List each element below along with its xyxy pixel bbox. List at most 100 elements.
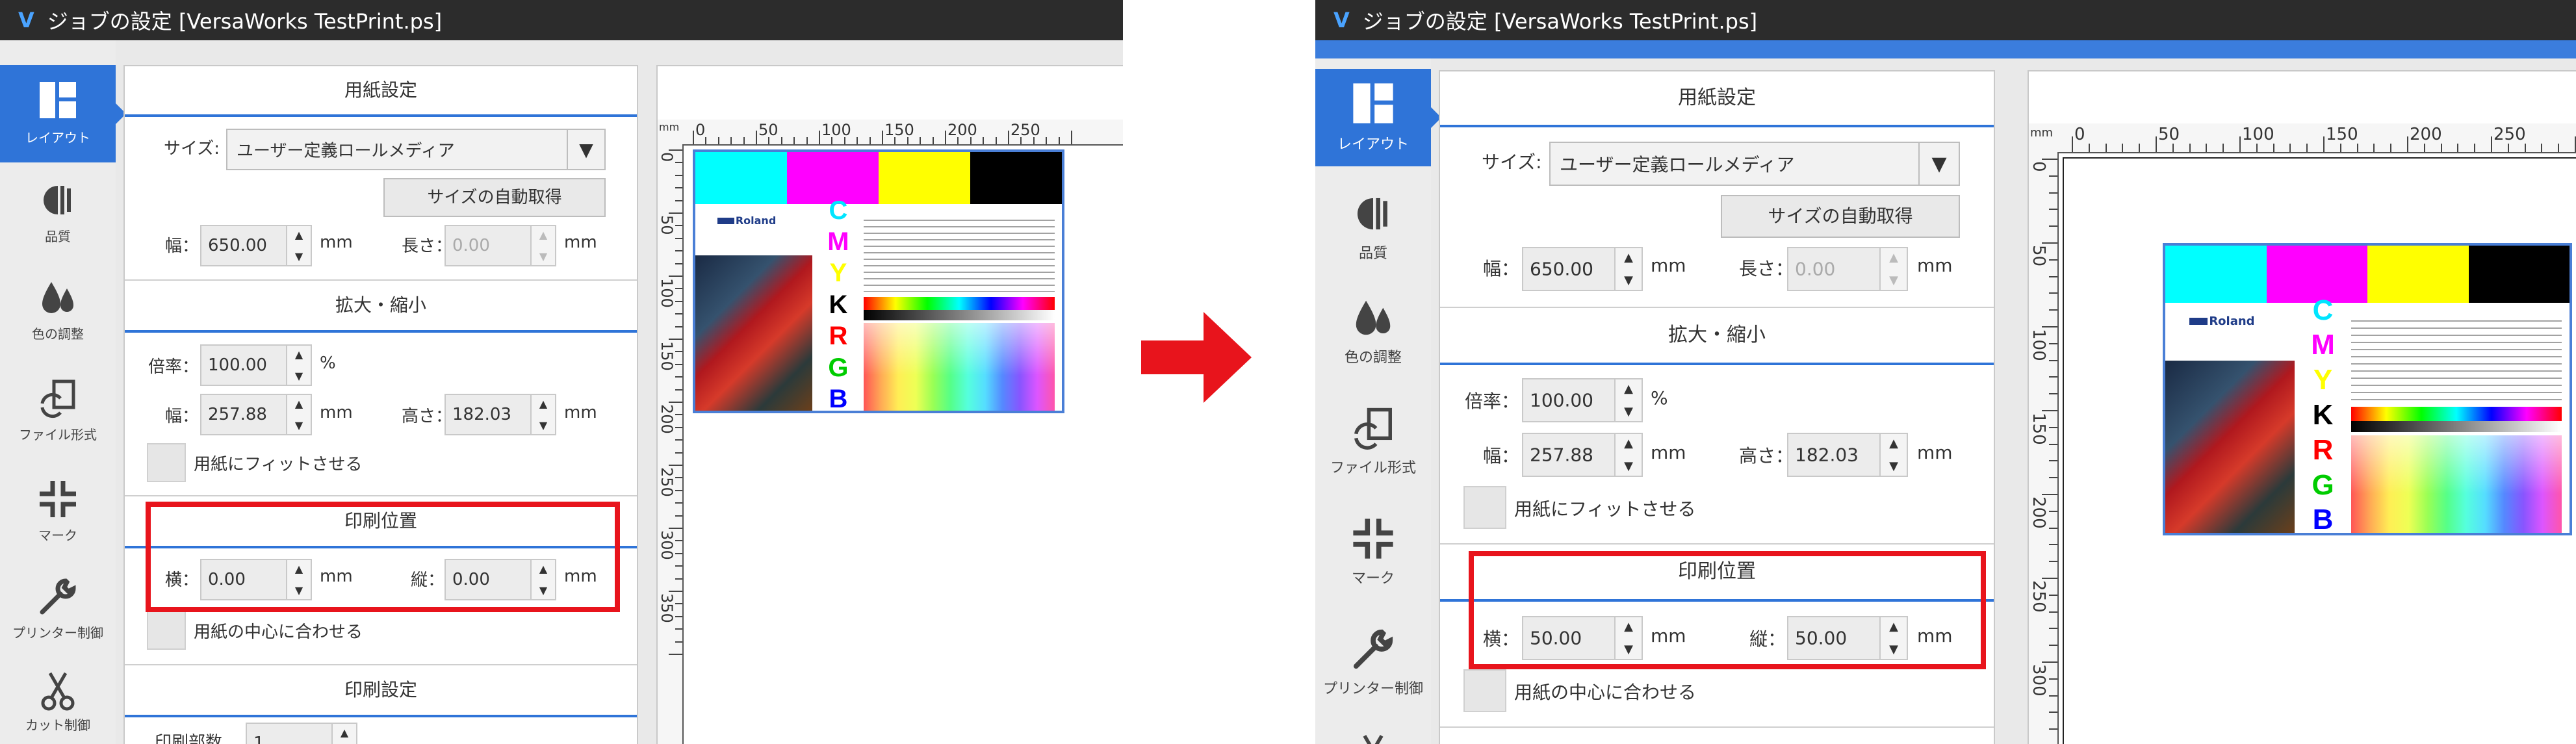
ratio-field[interactable]: 100.00 — [1522, 378, 1643, 422]
sidebar-item-printer-control[interactable]: プリンター制御 — [1315, 617, 1431, 721]
center-on-paper-checkbox[interactable] — [1463, 669, 1506, 712]
sidebar-item-quality[interactable]: 品質 — [1315, 182, 1431, 279]
mm-unit: mm — [320, 233, 353, 252]
chevron-down-icon[interactable]: ▼ — [567, 130, 604, 169]
ruler-left — [2029, 152, 2059, 744]
ratio-stepper[interactable] — [1614, 379, 1642, 421]
print-settings-section-header: 印刷設定 — [125, 665, 637, 717]
paper-width-label: 幅： — [1483, 258, 1520, 279]
center-on-paper-label: 用紙の中心に合わせる — [194, 622, 363, 642]
ruler-tick — [780, 136, 782, 144]
letter-b: B — [829, 384, 848, 413]
paper-width-field[interactable]: 650.00 — [200, 225, 312, 266]
ruler-tick — [730, 136, 732, 144]
versaworks-logo-icon: V — [18, 8, 34, 32]
sidebar-item-cut-control[interactable]: カット制御 — [0, 664, 116, 744]
sidebar-item-color[interactable]: 色の調整 — [1315, 286, 1431, 390]
scale-height-field[interactable]: 182.03 — [444, 394, 556, 435]
scale-height-stepper[interactable] — [530, 395, 555, 434]
ruler-tick — [2491, 136, 2492, 152]
sidebar-item-label: 色の調整 — [32, 326, 84, 342]
print-position-highlight — [1469, 551, 1986, 669]
sidebar-item-file-format[interactable]: ファイル形式 — [1315, 396, 1431, 500]
paper-width-stepper[interactable] — [1614, 248, 1642, 290]
sidebar-item-marks[interactable]: マーク — [1315, 507, 1431, 611]
sidebar-item-file-format[interactable]: ファイル形式 — [0, 368, 116, 466]
ruler-tick — [2541, 143, 2543, 152]
paper-length-field[interactable]: 0.00 — [444, 225, 556, 266]
size-label: サイズ: — [1482, 151, 1542, 173]
ruler-tick — [669, 654, 682, 655]
paper-length-field[interactable]: 0.00 — [1787, 247, 1908, 291]
scale-height-field[interactable]: 182.03 — [1787, 433, 1908, 477]
ruler-tick — [2041, 410, 2057, 411]
ratio-stepper[interactable] — [286, 346, 311, 385]
ruler-label-left: 100 — [658, 278, 676, 308]
ruler-tick — [2048, 259, 2057, 261]
paper-width-stepper[interactable] — [286, 226, 311, 265]
sidebar-item-layout[interactable]: レイアウト — [0, 65, 116, 162]
scale-width-stepper[interactable] — [1614, 434, 1642, 476]
ruler-tick — [2041, 242, 2057, 244]
layout-icon — [1353, 83, 1393, 123]
sidebar-item-label: レイアウト — [25, 130, 90, 146]
ruler-tick — [2156, 136, 2157, 152]
paper-edge — [2063, 157, 2576, 159]
ruler-tick — [2507, 143, 2509, 152]
paper-length-value: 0.00 — [452, 236, 490, 255]
mm-unit: mm — [1917, 255, 1953, 276]
paper-length-label: 長さ： — [1739, 258, 1794, 279]
scale-height-stepper[interactable] — [1879, 434, 1907, 476]
paper-length-stepper[interactable] — [530, 226, 555, 265]
center-on-paper-checkbox[interactable] — [147, 611, 186, 650]
sidebar-item-cut-control[interactable] — [1315, 728, 1431, 744]
ruler-tick — [2172, 143, 2174, 152]
sidebar-item-layout[interactable]: レイアウト — [1315, 69, 1431, 166]
sidebar-item-marks[interactable]: マーク — [0, 469, 116, 567]
letter-b: B — [2312, 504, 2334, 535]
ruler-tick — [675, 489, 682, 491]
sidebar-item-label: 品質 — [45, 229, 71, 244]
letter-m: M — [2311, 329, 2335, 361]
sidebar-item-printer-control[interactable]: プリンター制御 — [0, 567, 116, 664]
scale-width-stepper[interactable] — [286, 395, 311, 434]
ruler-tick — [669, 149, 682, 151]
copies-field[interactable]: 1 — [246, 723, 357, 744]
black-swatch — [970, 152, 1062, 204]
ruler-tick — [2072, 136, 2073, 152]
ruler-label-left: 0 — [658, 152, 676, 162]
sidebar-item-quality[interactable]: 品質 — [0, 170, 116, 261]
scale-width-field[interactable]: 257.88 — [1522, 433, 1643, 477]
auto-size-button[interactable]: サイズの自動取得 — [383, 178, 606, 217]
fit-to-paper-checkbox[interactable] — [147, 443, 186, 482]
ruler-tick — [2048, 225, 2057, 227]
copies-stepper[interactable] — [331, 724, 356, 744]
chevron-down-icon[interactable]: ▼ — [1918, 143, 1959, 185]
size-value: ユーザー定義ロールメディア — [1560, 154, 1795, 175]
cmyk-letters: C M Y K R G B — [820, 198, 857, 413]
ruler-tick — [1008, 131, 1009, 144]
ruler-tick — [793, 136, 795, 144]
size-dropdown[interactable]: ユーザー定義ロールメディア ▼ — [226, 129, 606, 170]
brand-logo: Roland — [717, 214, 776, 227]
ruler-tick — [2440, 143, 2442, 152]
ruler-tick — [675, 578, 682, 580]
ruler-label-left: 100 — [2029, 329, 2048, 361]
paper-width-label: 幅： — [165, 237, 200, 256]
scale-width-field[interactable]: 257.88 — [200, 394, 312, 435]
ruler-tick — [2048, 460, 2057, 462]
scale-width-label: 幅： — [165, 407, 200, 426]
ruler-tick — [756, 131, 757, 144]
paper-length-stepper[interactable] — [1879, 248, 1907, 290]
scissors-icon — [1363, 735, 1384, 744]
size-dropdown[interactable]: ユーザー定義ロールメディア ▼ — [1549, 142, 1960, 186]
ruler-tick — [675, 641, 682, 643]
paper-width-field[interactable]: 650.00 — [1522, 247, 1643, 291]
fit-to-paper-checkbox[interactable] — [1463, 486, 1506, 529]
auto-size-button[interactable]: サイズの自動取得 — [1721, 195, 1960, 238]
ruler-tick — [2048, 611, 2057, 613]
ratio-field[interactable]: 100.00 — [200, 344, 312, 386]
sidebar-item-color[interactable]: 色の調整 — [0, 268, 116, 365]
ruler-tick — [675, 313, 682, 315]
ruler-tick — [743, 136, 745, 144]
